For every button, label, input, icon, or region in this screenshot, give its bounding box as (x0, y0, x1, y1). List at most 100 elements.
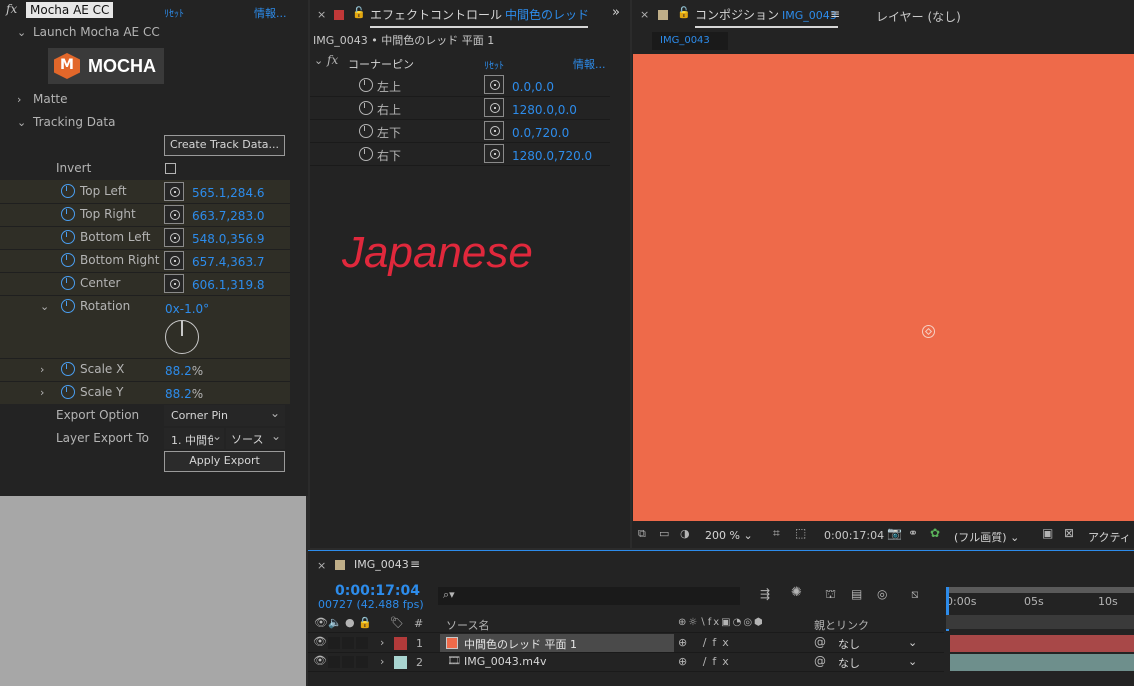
active-camera-dropdown[interactable]: アクティ (1088, 529, 1131, 545)
crosshair-icon[interactable] (164, 182, 184, 201)
mocha-logo-button[interactable]: M MOCHA (48, 48, 164, 84)
composition-canvas[interactable] (633, 54, 1134, 521)
tab-timeline[interactable]: IMG_0043 (354, 557, 418, 577)
chevron-down-icon[interactable]: ⌄ (40, 300, 49, 313)
eye-icon[interactable]: 👁 (313, 635, 327, 648)
crosshair-icon[interactable] (164, 274, 184, 293)
zoom-dropdown[interactable]: 200 % ⌄ (705, 529, 753, 542)
stopwatch-icon[interactable] (61, 184, 75, 198)
layer-row[interactable]: 👁 › 1 中間色のレッド 平面 1 ⊕ ∕fx @ なし ⌄ (308, 634, 944, 653)
param-value[interactable]: 565.1,284.6 (192, 186, 265, 200)
transparency-grid-icon[interactable]: ⊠ (1064, 526, 1074, 540)
switches[interactable]: ⊕ ∕fx (678, 636, 735, 649)
stopwatch-icon[interactable] (359, 147, 373, 161)
region-icon[interactable]: ⬚ (795, 526, 806, 540)
param-value[interactable]: 606.1,319.8 (192, 278, 265, 292)
audio-switch[interactable] (328, 656, 340, 668)
param-value[interactable]: 0.0,720.0 (512, 126, 569, 140)
close-icon[interactable]: × (317, 559, 326, 572)
show-snapshot-icon[interactable]: ⚭ (908, 526, 918, 540)
stopwatch-icon[interactable] (61, 253, 75, 267)
lock-icon[interactable]: 🔓 (677, 6, 691, 19)
frame-blending-icon[interactable]: ▤ (851, 587, 862, 601)
crosshair-icon[interactable] (484, 98, 504, 117)
param-value[interactable]: 663.7,283.0 (192, 209, 265, 223)
chevron-down-icon[interactable]: ⌄ (314, 54, 323, 67)
chevron-right-icon[interactable]: › (40, 363, 44, 376)
layer-row[interactable]: 👁 › 2 🎞 IMG_0043.m4v ⊕ ∕fx @ なし ⌄ (308, 653, 944, 672)
stopwatch-icon[interactable] (61, 276, 75, 290)
monitor-icon[interactable]: ▭ (659, 527, 669, 540)
scale-x-value[interactable]: 88.2% (165, 364, 203, 378)
stopwatch-icon[interactable] (61, 230, 75, 244)
camera-icon[interactable]: 📷 (887, 526, 902, 540)
anchor-point-icon[interactable] (922, 325, 935, 338)
chevron-right-icon[interactable]: › (380, 655, 384, 668)
close-icon[interactable]: × (640, 8, 649, 21)
work-area-bar[interactable] (946, 587, 1134, 593)
lock-switch[interactable] (356, 637, 368, 649)
source-name-header[interactable]: ソース名 (446, 617, 489, 633)
crosshair-icon[interactable] (484, 75, 504, 94)
layer-bar[interactable] (950, 635, 1134, 652)
stopwatch-icon[interactable] (359, 124, 373, 138)
shy-layers-icon[interactable]: ⛫ (825, 587, 836, 603)
param-value[interactable]: 1280.0,0.0 (512, 103, 577, 117)
crosshair-icon[interactable] (164, 228, 184, 247)
panel-expand-icon[interactable]: » (612, 5, 620, 20)
stopwatch-icon[interactable] (359, 101, 373, 115)
lock-switch[interactable] (356, 656, 368, 668)
stopwatch-icon[interactable] (61, 299, 75, 313)
parent-dropdown[interactable]: なし ⌄ (838, 655, 920, 671)
stopwatch-icon[interactable] (61, 385, 75, 399)
scale-y-value[interactable]: 88.2% (165, 387, 203, 401)
parent-dropdown[interactable]: なし ⌄ (838, 636, 920, 652)
crosshair-icon[interactable] (484, 121, 504, 140)
panel-menu-icon[interactable]: ≡ (410, 557, 420, 571)
param-value[interactable]: 0.0,0.0 (512, 80, 554, 94)
layer-label-color[interactable] (394, 637, 407, 650)
close-icon[interactable]: × (317, 8, 326, 21)
timeline-timecode[interactable]: 0:00:17:04 (335, 583, 420, 599)
solo-switch[interactable] (342, 637, 354, 649)
create-track-data-button[interactable]: Create Track Data... (164, 135, 285, 156)
apply-export-button[interactable]: Apply Export (164, 451, 285, 472)
resolution-dropdown[interactable]: (フル画質) ⌄ (954, 529, 1019, 545)
comp-sub-tab[interactable]: IMG_0043 (652, 32, 728, 50)
eye-icon[interactable]: 👁 (313, 654, 327, 667)
chevron-down-icon[interactable]: ⌄ (17, 116, 26, 129)
timeline-search-input[interactable]: ⌕▾ (438, 587, 740, 605)
channel-icon[interactable]: ✿ (930, 526, 940, 540)
graph-editor-icon[interactable]: ⧅ (911, 587, 919, 602)
mask-icon[interactable]: ◑ (680, 527, 690, 540)
switches[interactable]: ⊕ ∕fx (678, 655, 735, 668)
audio-switch[interactable] (328, 637, 340, 649)
tab-composition[interactable]: コンポジション IMG_0043 (695, 6, 838, 28)
fx-icon[interactable]: fx (6, 2, 17, 16)
info-link[interactable]: 情報... (573, 56, 606, 72)
layer-export-dropdown[interactable]: 1. 中間色 ⌄ (164, 428, 224, 449)
reset-link[interactable]: ﾘｾｯﾄ (164, 5, 184, 20)
lock-icon[interactable]: 🔓 (352, 6, 366, 19)
stopwatch-icon[interactable] (359, 78, 373, 92)
crosshair-icon[interactable] (164, 251, 184, 270)
pickwhip-icon[interactable]: @ (814, 635, 826, 649)
layer-name-cell[interactable]: 🎞 IMG_0043.m4v (440, 653, 674, 671)
stopwatch-icon[interactable] (61, 362, 75, 376)
export-option-dropdown[interactable]: Corner Pin ⌄ (164, 405, 285, 426)
draft-3d-icon[interactable]: ✺ (791, 585, 802, 600)
fx-icon[interactable]: fx (327, 53, 338, 67)
motion-blur-icon[interactable]: ◎ (877, 587, 887, 601)
crosshair-icon[interactable] (484, 144, 504, 163)
roi-icon[interactable]: ▣ (1042, 526, 1053, 540)
time-ruler[interactable]: 0:00s 05s 10s (946, 587, 1134, 631)
crosshair-icon[interactable] (164, 205, 184, 224)
tracking-data-label[interactable]: Tracking Data (33, 115, 115, 129)
reset-link[interactable]: ﾘｾｯﾄ (484, 57, 504, 72)
pickwhip-icon[interactable]: @ (814, 654, 826, 668)
invert-checkbox[interactable] (165, 163, 176, 174)
tab-layer[interactable]: レイヤー (なし) (876, 8, 961, 25)
chevron-right-icon[interactable]: › (40, 386, 44, 399)
layer-bar[interactable] (950, 654, 1134, 671)
launch-mocha-label[interactable]: Launch Mocha AE CC (33, 25, 160, 39)
